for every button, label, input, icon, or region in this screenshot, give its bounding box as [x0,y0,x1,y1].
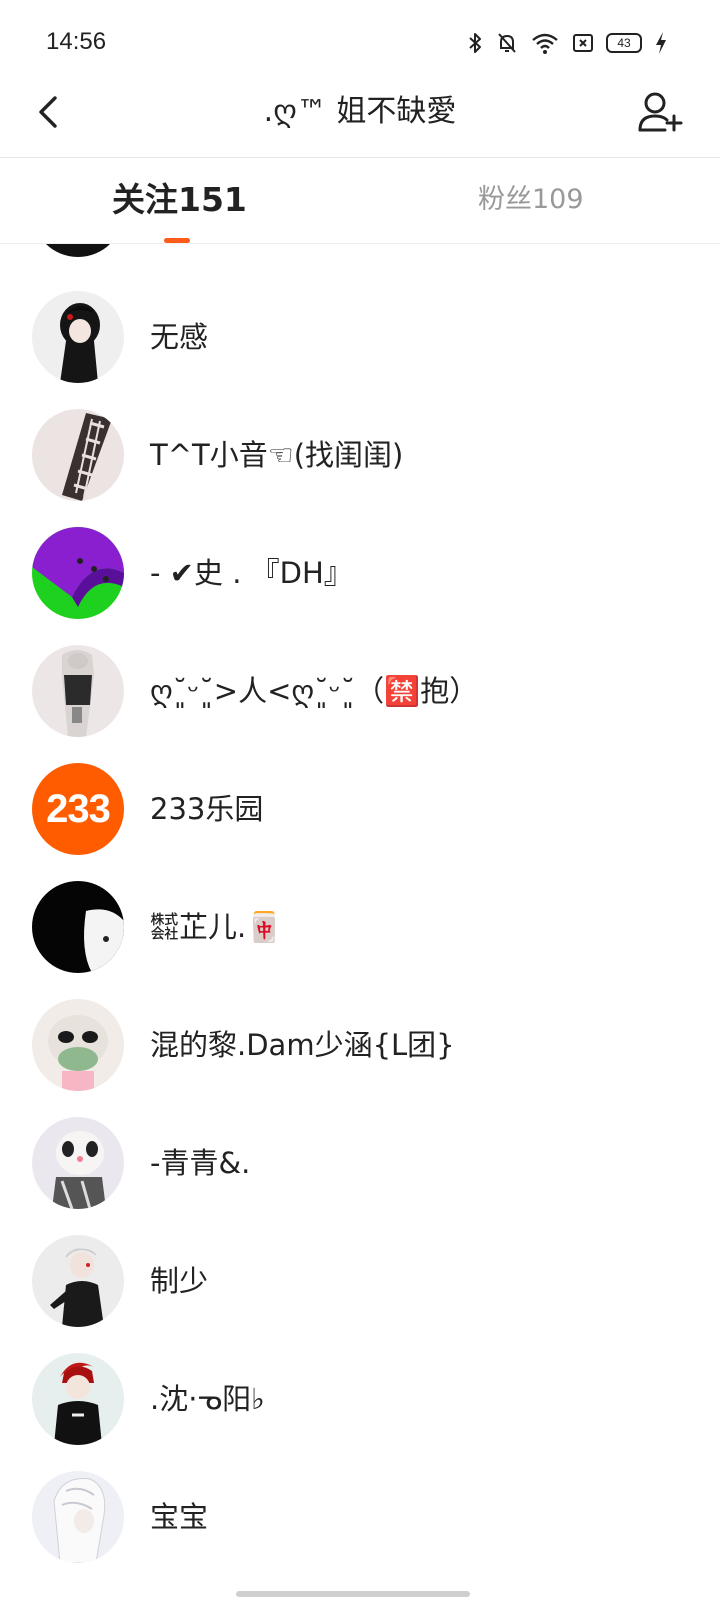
add-user-button[interactable] [636,88,684,136]
list-item-name: 无感 [150,320,209,354]
list-item[interactable]: - ✔史 . 『DH』 [0,514,720,632]
list-item[interactable]: 混的黎.Dam少涵{L团} [0,986,720,1104]
wifi-icon [532,33,558,54]
tab-bar: 关注151 粉丝109 [0,158,720,244]
status-icons: 43 [466,28,668,58]
list-item-name: T^T小音☜(找闺闺) [150,438,404,472]
tab-followers[interactable]: 粉丝109 [478,180,584,220]
avatar [32,999,124,1091]
status-time: 14:56 [46,28,107,55]
avatar [32,1471,124,1563]
avatar [32,244,124,257]
status-bar: 14:56 43 [0,0,720,80]
list-item-name: 233乐园 [150,792,264,826]
list-item[interactable]: 无感 [0,278,720,396]
bluetooth-icon [469,33,481,53]
list-item-name: -青青&. [150,1146,251,1180]
add-user-icon [638,92,683,132]
list-item-name: 混的黎.Dam少涵{L团} [150,1028,455,1062]
mute-icon [498,33,516,53]
list-item-name: - ✔史 . 『DH』 [150,556,353,590]
list-item-name: 宝宝 [150,1500,209,1534]
avatar [32,1235,124,1327]
tab-active-indicator [164,238,190,243]
list-item-name: ㍿芷儿.🀄 [150,910,283,944]
following-list[interactable]: 无感 T^T小音☜(找闺闺) - ✔史 . 『DH』 ღ˘͈ᵕ˘͈>人<ღ˘͈ᵕ… [0,244,720,1600]
avatar [32,291,124,383]
list-item[interactable]: 宝宝 [0,1458,720,1576]
avatar [32,1353,124,1445]
avatar [32,1117,124,1209]
avatar: 233 [32,763,124,855]
list-item[interactable]: .沈·ᓀ阳♭ [0,1340,720,1458]
list-item-name: .沈·ᓀ阳♭ [150,1382,265,1416]
list-item-name: 制少 [150,1264,209,1298]
avatar-text: 233 [46,786,111,831]
sim-icon [573,34,593,52]
avatar [32,645,124,737]
list-item[interactable]: 制少 [0,1222,720,1340]
page-title: .ღ™ 姐不缺愛 [263,94,457,129]
home-indicator[interactable] [236,1591,470,1597]
charging-icon [656,32,666,54]
list-item[interactable]: ღ˘͈ᵕ˘͈>人<ღ˘͈ᵕ˘͈（🈲抱） [0,632,720,750]
list-item[interactable]: ㍿芷儿.🀄 [0,868,720,986]
avatar [32,881,124,973]
list-item[interactable]: -青青&. [0,1104,720,1222]
list-item[interactable] [0,244,720,270]
battery-level: 43 [617,36,631,50]
avatar [32,409,124,501]
list-item[interactable]: 233 233乐园 [0,750,720,868]
avatar [32,527,124,619]
battery-icon: 43 [606,33,642,53]
list-item-name: ღ˘͈ᵕ˘͈>人<ღ˘͈ᵕ˘͈（🈲抱） [150,674,479,708]
list-item[interactable]: T^T小音☜(找闺闺) [0,396,720,514]
header: .ღ™ 姐不缺愛 [0,80,720,158]
tab-following[interactable]: 关注151 [112,180,247,220]
